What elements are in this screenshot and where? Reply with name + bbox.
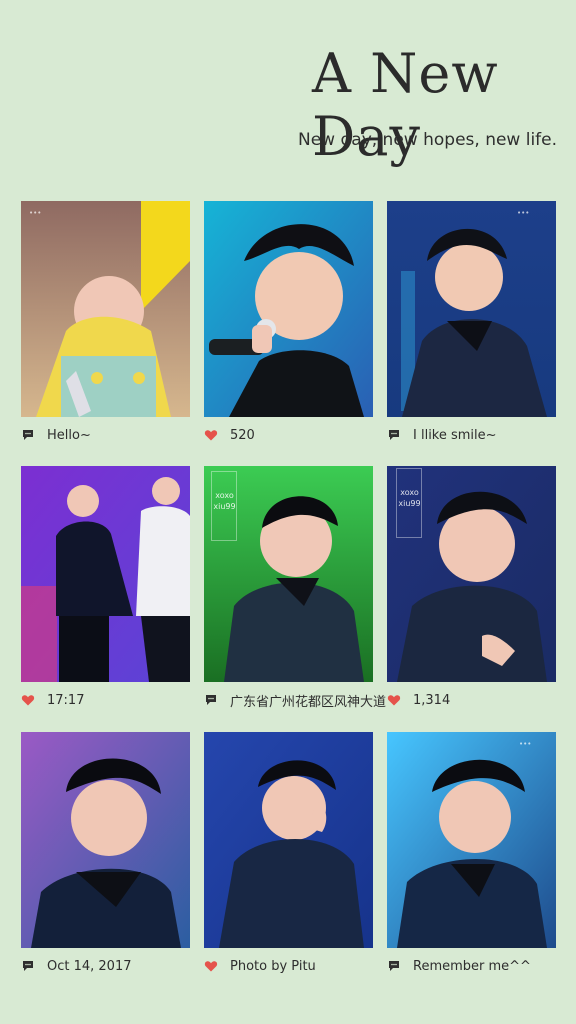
photo-card-5[interactable]: xoxo xiu99 广东省广州花都区风神大道 bbox=[204, 466, 386, 710]
caption-5: 广东省广州花都区风神大道 bbox=[204, 690, 394, 710]
speech-bubble-icon bbox=[387, 959, 401, 973]
caption-1: Hello~ bbox=[21, 425, 211, 445]
photo-1[interactable]: ••• bbox=[21, 201, 190, 417]
speech-bubble-icon bbox=[21, 428, 35, 442]
caption-text: Remember me^^ bbox=[413, 958, 531, 974]
caption-text: 1,314 bbox=[413, 692, 451, 708]
photo-6[interactable]: xoxo xiu99 bbox=[387, 466, 556, 682]
heart-icon bbox=[204, 428, 218, 442]
caption-6: 1,314 bbox=[387, 690, 576, 710]
caption-2: 520 bbox=[204, 425, 394, 445]
caption-9: Remember me^^ bbox=[387, 956, 576, 976]
caption-4: 17:17 bbox=[21, 690, 211, 710]
photo-4[interactable] bbox=[21, 466, 190, 682]
caption-text: Photo by Pitu bbox=[230, 958, 316, 974]
photo-card-3[interactable]: ••• I llike smile~ bbox=[387, 201, 556, 443]
photo-card-2[interactable]: 520 bbox=[204, 201, 373, 443]
speech-bubble-icon bbox=[387, 428, 401, 442]
photo-3[interactable]: ••• bbox=[387, 201, 556, 417]
photo-card-8[interactable]: Photo by Pitu bbox=[204, 732, 373, 974]
caption-3: I llike smile~ bbox=[387, 425, 576, 445]
caption-text: I llike smile~ bbox=[413, 427, 497, 443]
photo-card-7[interactable]: Oct 14, 2017 bbox=[21, 732, 190, 974]
photo-9[interactable]: ••• bbox=[387, 732, 556, 948]
caption-text: Oct 14, 2017 bbox=[47, 958, 132, 974]
caption-text: 广东省广州花都区风神大道 bbox=[230, 694, 387, 710]
caption-7: Oct 14, 2017 bbox=[21, 956, 211, 976]
caption-text: Hello~ bbox=[47, 427, 91, 443]
speech-bubble-icon bbox=[21, 959, 35, 973]
heart-icon bbox=[204, 959, 218, 973]
photo-card-9[interactable]: ••• Remember me^^ bbox=[387, 732, 556, 974]
page-title: A New Day bbox=[312, 42, 499, 168]
photo-watermark: xoxo xiu99 bbox=[396, 468, 422, 538]
caption-text: 520 bbox=[230, 427, 255, 443]
photo-card-4[interactable]: 17:17 bbox=[21, 466, 190, 708]
caption-8: Photo by Pitu bbox=[204, 956, 394, 976]
photo-card-1[interactable]: ••• Hello~ bbox=[21, 201, 190, 443]
photo-7[interactable] bbox=[21, 732, 190, 948]
photo-2[interactable] bbox=[204, 201, 373, 417]
photo-watermark: xoxo xiu99 bbox=[211, 471, 237, 541]
photo-collage-page: A New Day New day, new hopes, new life. bbox=[0, 0, 576, 1024]
page-subtitle: New day, new hopes, new life. bbox=[298, 130, 558, 150]
heart-icon bbox=[387, 693, 401, 707]
photo-card-6[interactable]: xoxo xiu99 1,314 bbox=[387, 466, 556, 708]
photo-8[interactable] bbox=[204, 732, 373, 948]
photo-grid: ••• Hello~ 520 ••• I llike smile~ 17:17 … bbox=[21, 201, 556, 981]
speech-bubble-icon bbox=[204, 693, 218, 707]
heart-icon bbox=[21, 693, 35, 707]
photo-5[interactable]: xoxo xiu99 bbox=[204, 466, 373, 682]
caption-text: 17:17 bbox=[47, 692, 85, 708]
